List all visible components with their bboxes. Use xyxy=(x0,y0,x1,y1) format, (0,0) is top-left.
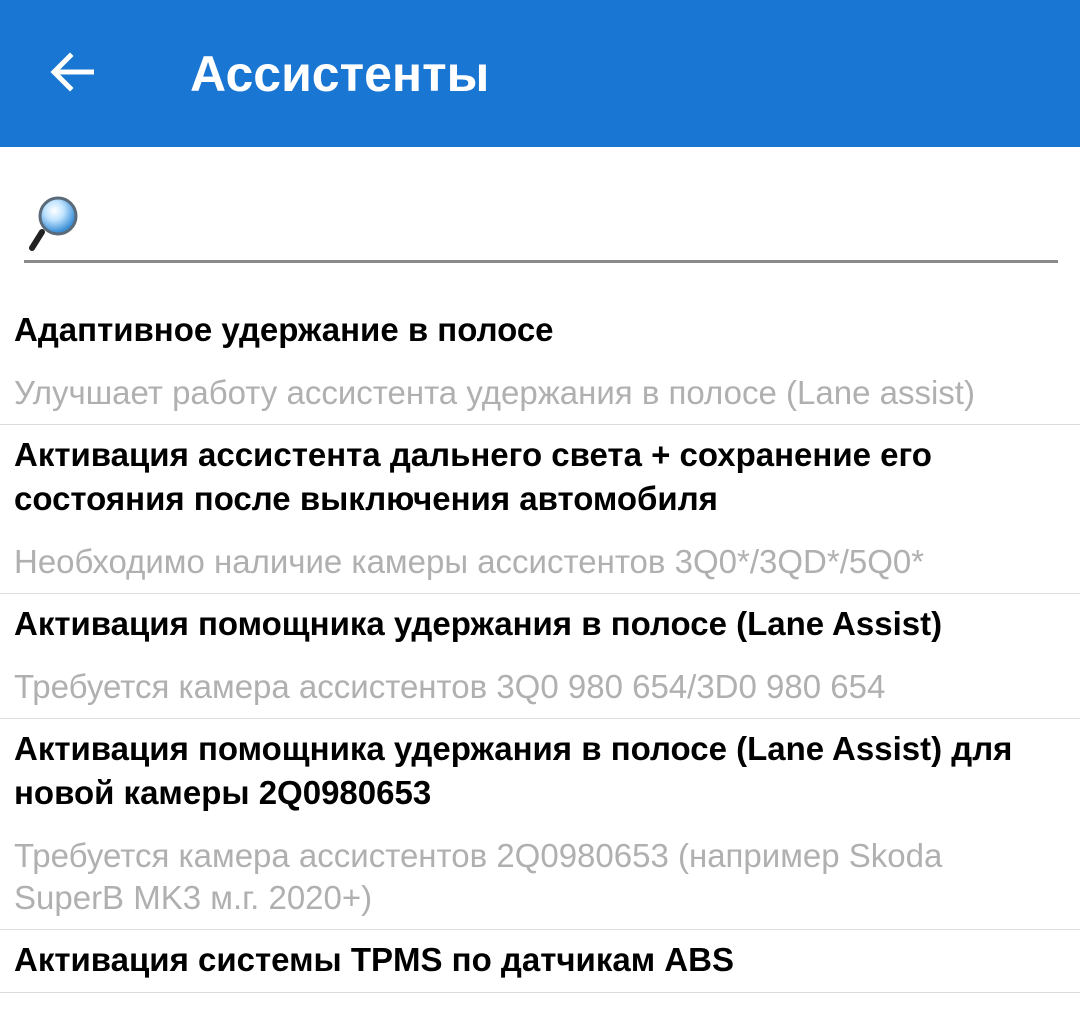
item-title: Адаптивное удержание в полосе xyxy=(14,311,554,348)
magnifier-icon xyxy=(29,196,78,251)
search-input[interactable] xyxy=(94,196,1048,254)
list-item[interactable]: Активация помощника удержания в полосе (… xyxy=(0,719,1080,930)
item-description: Улучшает работу ассистента удержания в п… xyxy=(14,374,975,411)
back-button[interactable] xyxy=(36,36,108,108)
item-title: Активация помощника удержания в полосе (… xyxy=(14,605,943,642)
item-description: Необходимо наличие камеры ассистентов 3Q… xyxy=(14,543,925,580)
item-title: Активация помощника удержания в полосе (… xyxy=(14,730,1013,811)
list-item[interactable]: Адаптивное удержание в полосе Улучшает р… xyxy=(0,300,1080,425)
search-bar xyxy=(24,188,1058,263)
page-title: Ассистенты xyxy=(190,46,490,102)
item-description: Требуется камера ассистентов 2Q0980653 (… xyxy=(14,837,943,916)
item-title: Активация ассистента дальнего света + со… xyxy=(14,436,932,517)
list-item[interactable]: Активация системы TPMS по датчикам ABS xyxy=(0,930,1080,993)
app-bar: Ассистенты xyxy=(0,0,1080,147)
list-item[interactable]: Активация помощника удержания в полосе (… xyxy=(0,594,1080,719)
assistant-list: Адаптивное удержание в полосе Улучшает р… xyxy=(0,300,1080,993)
item-title: Активация системы TPMS по датчикам ABS xyxy=(14,941,734,978)
arrow-left-icon xyxy=(50,52,94,92)
list-item[interactable]: Активация ассистента дальнего света + со… xyxy=(0,425,1080,594)
item-description: Требуется камера ассистентов 3Q0 980 654… xyxy=(14,668,886,705)
